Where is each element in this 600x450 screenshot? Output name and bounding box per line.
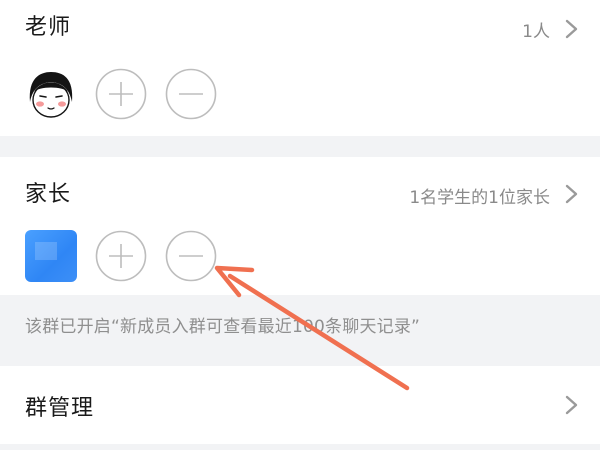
parent-avatar[interactable]	[25, 230, 77, 282]
group-management-row[interactable]: 群管理	[0, 366, 600, 444]
teacher-member-row	[25, 68, 217, 120]
parent-member-row	[25, 230, 217, 282]
group-management-title: 群管理	[25, 396, 95, 421]
parent-summary[interactable]: 1名学生的1位家长	[409, 183, 550, 208]
chevron-right-icon[interactable]	[565, 19, 578, 39]
chevron-right-icon[interactable]	[565, 184, 578, 204]
cartoon-girl-avatar-icon	[25, 68, 77, 120]
remove-teacher-button[interactable]	[165, 68, 217, 120]
add-teacher-button[interactable]	[95, 68, 147, 120]
add-parent-button[interactable]	[95, 230, 147, 282]
parent-section: 家长 1名学生的1位家长	[0, 157, 600, 295]
history-notice: 该群已开启“新成员入群可查看最近100条聊天记录”	[25, 317, 421, 337]
remove-parent-button[interactable]	[165, 230, 217, 282]
teacher-count[interactable]: 1人	[522, 17, 550, 42]
chevron-right-icon	[565, 395, 578, 415]
teacher-title: 老师	[25, 15, 72, 40]
teacher-section: 老师 1人	[0, 0, 600, 136]
parent-title: 家长	[25, 182, 72, 207]
teacher-avatar[interactable]	[25, 68, 77, 120]
